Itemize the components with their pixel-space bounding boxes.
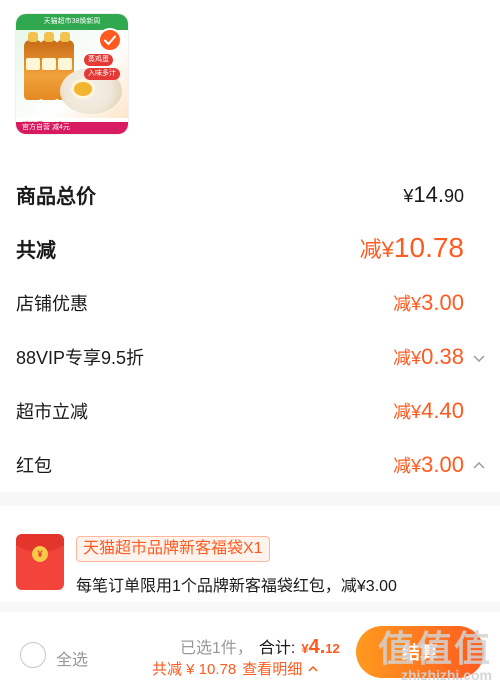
reduce-summary: 共减 ¥ 10.78 查看明细 (152, 658, 318, 679)
selected-count: 已选1件， (180, 640, 253, 657)
total-price-value: ¥ 14. 90 (403, 181, 464, 207)
discount-value: 减¥ 4.40 (393, 398, 464, 423)
chevron-up-icon[interactable] (308, 664, 318, 674)
chevron-up-icon[interactable] (472, 459, 486, 473)
watermark: 值值值 zhizhizhi.com (377, 628, 492, 684)
watermark-logo: 值值值 (377, 628, 492, 669)
total-reduce-row: 共减 减¥ 10.78 (16, 232, 464, 264)
total-summary: 已选1件， 合计: ¥4.12 (180, 634, 340, 659)
discount-label: 店铺优惠 (16, 294, 88, 314)
product-thumbnail[interactable]: 天猫超市38焕新周 蒸鸡蛋 入味多汁 领券满199减30 官方自营 减4元 (16, 14, 128, 134)
discount-label: 超市立减 (16, 402, 88, 422)
discount-row-market: 超市立减 减¥ 4.40 (16, 398, 464, 424)
view-detail-link[interactable]: 查看明细 (242, 658, 302, 679)
total-reduce-value: 减¥ 10.78 (359, 232, 464, 263)
redpack-desc: 每笔订单限用1个品牌新客福袋红包，减¥3.00 (76, 578, 397, 595)
total-reduce-label: 共减 (16, 239, 56, 262)
total-value: ¥4.12 (301, 636, 340, 658)
total-price-row: 商品总价 ¥ 14. 90 (16, 180, 464, 209)
selected-check-icon[interactable] (98, 28, 122, 52)
product-tag: 蒸鸡蛋 (84, 54, 113, 66)
total-price-label: 商品总价 (16, 186, 96, 208)
reduce-text: 共减 ¥ 10.78 (152, 661, 237, 678)
discount-row-88vip[interactable]: 88VIP专享9.5折 减¥ 0.38 (16, 344, 464, 370)
discount-label: 红包 (16, 456, 52, 476)
watermark-url: zhizhizhi.com (401, 667, 492, 683)
redpack-title: 天猫超市品牌新客福袋X1 (76, 536, 270, 562)
egg-icon (74, 82, 92, 96)
redpack-section: ¥ 天猫超市品牌新客福袋X1 每笔订单限用1个品牌新客福袋红包，减¥3.00 (0, 492, 500, 612)
discount-value: 减¥ 3.00 (393, 452, 464, 477)
discount-value: 减¥ 3.00 (393, 290, 464, 315)
chevron-down-icon[interactable] (472, 351, 486, 365)
select-all-label[interactable]: 全选 (56, 646, 88, 670)
thumb-promo: 官方自营 减4元 (16, 122, 128, 134)
select-all-radio[interactable] (20, 642, 46, 668)
discount-value: 减¥ 0.38 (393, 344, 464, 369)
discount-label: 88VIP专享9.5折 (16, 348, 145, 368)
discount-row-redpack[interactable]: 红包 减¥ 3.00 (16, 452, 464, 478)
redpack-card[interactable]: ¥ 天猫超市品牌新客福袋X1 每笔订单限用1个品牌新客福袋红包，减¥3.00 (0, 506, 500, 602)
discount-row-shop: 店铺优惠 减¥ 3.00 (16, 290, 464, 316)
red-envelope-icon: ¥ (16, 534, 64, 590)
total-label: 合计: (258, 640, 296, 657)
product-tag: 入味多汁 (84, 68, 120, 80)
